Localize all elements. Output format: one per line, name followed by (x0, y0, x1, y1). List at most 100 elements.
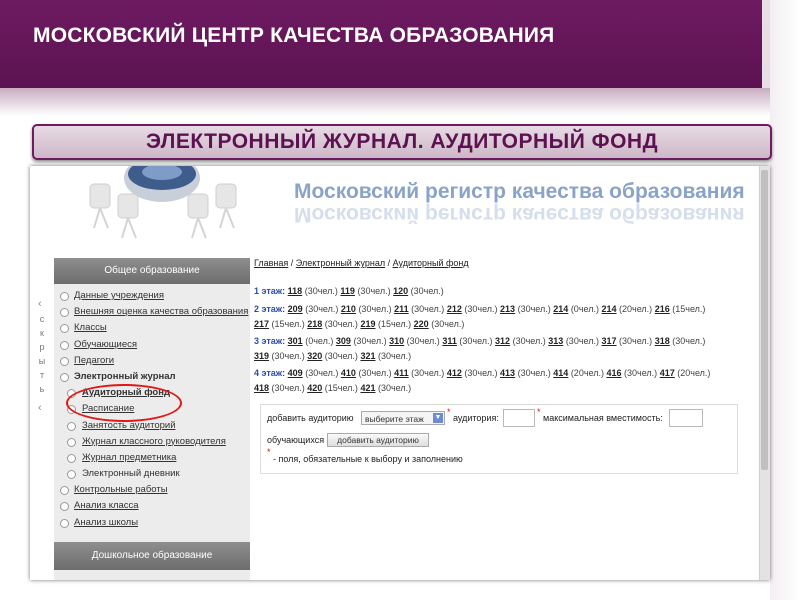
sidebar-item[interactable]: Журнал предметника (54, 450, 250, 466)
breadcrumb-home[interactable]: Главная (254, 258, 288, 268)
room-entry: 220 (30чел.) (414, 319, 465, 329)
room-link[interactable]: 312 (495, 336, 510, 346)
sidebar-item[interactable]: Журнал классного руководителя (54, 434, 250, 450)
sidebar-item[interactable]: Обучающиеся (54, 337, 250, 353)
breadcrumb-room-fund[interactable]: Аудиторный фонд (393, 258, 469, 268)
room-link[interactable]: 320 (307, 351, 322, 361)
room-link[interactable]: 210 (341, 304, 356, 314)
room-link[interactable]: 411 (394, 368, 409, 378)
floor-label: 1 этаж: (254, 286, 286, 296)
room-number-input[interactable] (503, 409, 535, 427)
sidebar-item-label: Электронный дневник (82, 468, 180, 480)
room-entry: 210 (30чел.) (341, 304, 392, 314)
room-link[interactable]: 310 (389, 336, 404, 346)
room-capacity: (30чел.) (411, 304, 445, 314)
room-link[interactable]: 418 (254, 383, 269, 393)
breadcrumb-journal[interactable]: Электронный журнал (296, 258, 385, 268)
room-entry: 211 (30чел.) (394, 304, 444, 314)
sidebar-item[interactable]: Данные учреждения (54, 288, 250, 304)
room-link[interactable]: 311 (442, 336, 457, 346)
sidebar-item[interactable]: Педагоги (54, 353, 250, 369)
room-link[interactable]: 409 (288, 368, 303, 378)
sidebar-item[interactable]: Занятость аудиторий (54, 418, 250, 434)
students-label: обучающихся (267, 435, 325, 445)
room-entry: 317 (30чел.) (601, 336, 652, 346)
room-link[interactable]: 209 (288, 304, 303, 314)
floor-label: 4 этаж: (254, 368, 286, 378)
scrollbar[interactable] (759, 166, 770, 580)
sidebar-header-general[interactable]: Общее образование (54, 258, 250, 284)
room-link[interactable]: 416 (606, 368, 621, 378)
collapse-letter: к (40, 328, 44, 338)
required-mark: * (447, 407, 451, 417)
room-link[interactable]: 211 (394, 304, 409, 314)
room-capacity: (15чел.) (271, 319, 305, 329)
room-link[interactable]: 219 (360, 319, 375, 329)
room-link[interactable]: 212 (447, 304, 462, 314)
room-entry: 218 (30чел.) (307, 319, 358, 329)
room-link[interactable]: 319 (254, 351, 269, 361)
room-link[interactable]: 318 (655, 336, 670, 346)
room-link[interactable]: 417 (660, 368, 675, 378)
slide-header-fade (0, 88, 770, 116)
room-link[interactable]: 421 (360, 383, 375, 393)
room-link[interactable]: 119 (340, 286, 355, 296)
bullet-icon (60, 324, 69, 334)
room-capacity: (0чел.) (305, 336, 334, 346)
room-capacity: (20чел.) (677, 368, 711, 378)
chevron-down-icon[interactable]: ▼ (433, 413, 443, 423)
collapse-letter: ы (38, 356, 46, 366)
room-link[interactable]: 118 (288, 286, 303, 296)
sidebar-item[interactable]: Анализ школы (54, 515, 250, 531)
room-link[interactable]: 216 (655, 304, 670, 314)
room-link[interactable]: 412 (447, 368, 462, 378)
room-link[interactable]: 220 (414, 319, 429, 329)
room-link[interactable]: 410 (341, 368, 356, 378)
sidebar-item-label: Данные учреждения (74, 290, 164, 301)
sidebar-item-label: Журнал классного руководителя (82, 435, 226, 447)
capacity-input[interactable] (669, 409, 703, 427)
sidebar-item[interactable]: Контрольные работы (54, 482, 250, 498)
room-link[interactable]: 213 (500, 304, 515, 314)
room-entry: 412 (30чел.) (447, 368, 498, 378)
sidebar-header-preschool[interactable]: Дошкольное образование (54, 542, 250, 570)
floor-select[interactable]: выберите этаж ▼ (361, 411, 445, 425)
room-link[interactable]: 301 (288, 336, 303, 346)
collapse-letter: р (39, 342, 45, 352)
collapse-left-icon[interactable]: ‹ (38, 298, 42, 310)
sidebar-item[interactable]: Классы (54, 320, 250, 336)
side-collapse-panel[interactable]: ‹ с к р ы т ь ‹ (30, 262, 54, 462)
sidebar-item-label: Контрольные работы (74, 484, 168, 496)
room-capacity: (0чел.) (570, 304, 599, 314)
room-link[interactable]: 414 (553, 368, 568, 378)
room-entry: 409 (30чел.) (288, 368, 339, 378)
capacity-label: максимальная вместимость: (543, 413, 663, 423)
room-link[interactable]: 420 (307, 383, 322, 393)
collapse-left-icon-bottom[interactable]: ‹ (38, 402, 42, 414)
room-entry: 312 (30чел.) (495, 336, 546, 346)
room-link[interactable]: 321 (360, 351, 375, 361)
room-capacity: (30чел.) (353, 336, 387, 346)
room-link[interactable]: 214 (553, 304, 568, 314)
bullet-icon (60, 518, 69, 528)
collapse-label[interactable]: с к р ы т ь (38, 312, 46, 396)
add-room-button[interactable]: добавить аудиторию (327, 433, 429, 447)
room-link[interactable]: 214 (601, 304, 616, 314)
collapse-letter: с (39, 314, 45, 324)
room-link[interactable]: 120 (393, 286, 408, 296)
room-link[interactable]: 309 (336, 336, 351, 346)
room-entry: 118 (30чел.) (288, 286, 338, 296)
room-entry: 318 (30чел.) (655, 336, 706, 346)
sidebar-item[interactable]: Внешняя оценка качества образования (54, 304, 250, 320)
room-link[interactable]: 313 (548, 336, 563, 346)
sidebar-item: Электронный журнал (54, 369, 250, 385)
room-entry: 119 (30чел.) (340, 286, 390, 296)
section-title: ЭЛЕКТРОННЫЙ ЖУРНАЛ. АУДИТОРНЫЙ ФОНД (145, 130, 659, 153)
room-link[interactable]: 218 (307, 319, 322, 329)
sidebar-item[interactable]: Анализ класса (54, 498, 250, 514)
room-link[interactable]: 217 (254, 319, 269, 329)
room-link[interactable]: 317 (601, 336, 616, 346)
room-capacity: (30чел.) (459, 336, 493, 346)
room-link[interactable]: 413 (500, 368, 515, 378)
scrollbar-thumb[interactable] (761, 170, 768, 470)
